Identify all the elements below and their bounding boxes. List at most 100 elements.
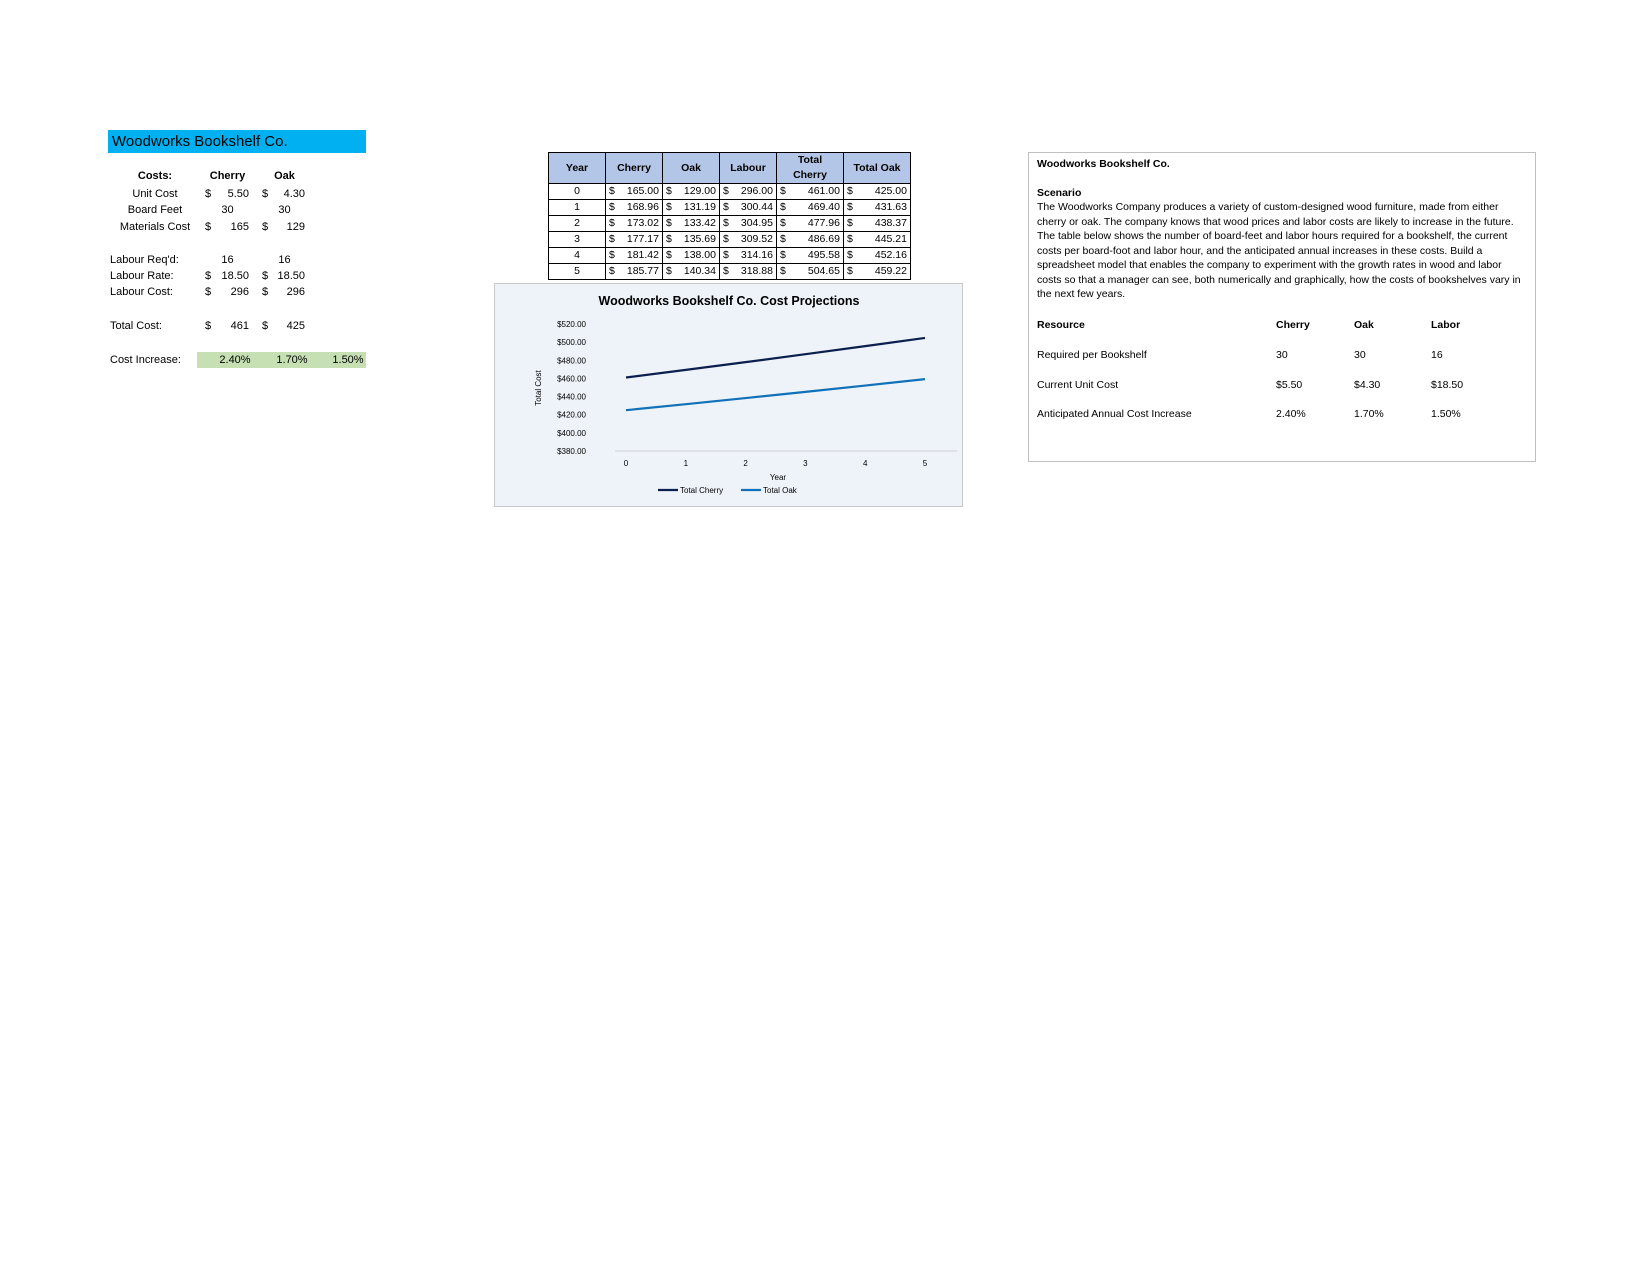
resource-header[interactable]: Labor: [1431, 318, 1460, 333]
money-cell[interactable]: $318.88: [719, 263, 777, 280]
cost-increase-label[interactable]: Cost Increase:: [110, 352, 195, 368]
money-cell[interactable]: $469.40: [776, 199, 844, 216]
model-cherry-currency[interactable]: $: [205, 186, 215, 202]
cherry-header[interactable]: Cherry: [200, 168, 255, 184]
header-oak[interactable]: Oak: [662, 152, 720, 184]
model-cherry-value[interactable]: 16: [200, 252, 255, 268]
oak-header[interactable]: Oak: [257, 168, 312, 184]
model-row-label[interactable]: Board Feet: [110, 202, 200, 218]
year-cell[interactable]: 2: [548, 215, 606, 232]
money-cell[interactable]: $431.63: [843, 199, 911, 216]
model-oak-value[interactable]: 18.50: [270, 268, 305, 284]
money-cell[interactable]: $140.34: [662, 263, 720, 280]
model-oak-value[interactable]: 4.30: [270, 186, 305, 202]
model-cherry-value[interactable]: 18.50: [215, 268, 249, 284]
money-cell[interactable]: $445.21: [843, 231, 911, 248]
model-oak-value[interactable]: 30: [257, 202, 312, 218]
money-cell[interactable]: $304.95: [719, 215, 777, 232]
model-title[interactable]: Woodworks Bookshelf Co.: [108, 130, 366, 153]
year-cell[interactable]: 0: [548, 183, 606, 200]
money-cell[interactable]: $168.96: [605, 199, 663, 216]
money-cell[interactable]: $300.44: [719, 199, 777, 216]
money-cell[interactable]: $309.52: [719, 231, 777, 248]
scenario-heading[interactable]: Scenario: [1037, 186, 1081, 201]
cost-increase-labour[interactable]: 1.50%: [318, 352, 378, 368]
money-cell[interactable]: $486.69: [776, 231, 844, 248]
cost-increase-cherry[interactable]: 2.40%: [205, 352, 265, 368]
model-oak-value[interactable]: 296: [270, 284, 305, 300]
cost-projection-chart[interactable]: Woodworks Bookshelf Co. Cost Projections…: [494, 283, 963, 507]
money-cell[interactable]: $177.17: [605, 231, 663, 248]
resource-label[interactable]: Anticipated Annual Cost Increase: [1037, 407, 1192, 422]
resource-label[interactable]: Current Unit Cost: [1037, 378, 1118, 393]
header-total-oak[interactable]: Total Oak: [843, 152, 911, 184]
year-cell[interactable]: 3: [548, 231, 606, 248]
model-row-label[interactable]: Total Cost:: [110, 318, 200, 334]
money-cell[interactable]: $477.96: [776, 215, 844, 232]
year-cell[interactable]: 4: [548, 247, 606, 264]
currency-symbol: $: [723, 185, 729, 197]
model-oak-value[interactable]: 16: [257, 252, 312, 268]
header-year[interactable]: Year: [548, 152, 606, 184]
money-cell[interactable]: $185.77: [605, 263, 663, 280]
series-line-total-oak[interactable]: [625, 378, 926, 412]
model-cherry-currency[interactable]: $: [205, 268, 215, 284]
model-cherry-currency[interactable]: $: [205, 318, 215, 334]
year-cell[interactable]: 1: [548, 199, 606, 216]
header-total-cherry[interactable]: Total Cherry: [776, 152, 844, 184]
model-row-label[interactable]: Labour Req'd:: [110, 252, 200, 268]
series-line-total-cherry[interactable]: [625, 336, 926, 379]
model-row-label[interactable]: Labour Rate:: [110, 268, 200, 284]
resource-value[interactable]: 1.70%: [1354, 407, 1384, 422]
scenario-company[interactable]: Woodworks Bookshelf Co.: [1037, 157, 1170, 172]
resource-value[interactable]: $4.30: [1354, 378, 1380, 393]
money-cell[interactable]: $438.37: [843, 215, 911, 232]
resource-label[interactable]: Required per Bookshelf: [1037, 348, 1147, 363]
money-cell[interactable]: $425.00: [843, 183, 911, 200]
resource-header[interactable]: Oak: [1354, 318, 1374, 333]
money-cell[interactable]: $461.00: [776, 183, 844, 200]
money-cell[interactable]: $173.02: [605, 215, 663, 232]
money-cell[interactable]: $133.42: [662, 215, 720, 232]
money-cell[interactable]: $314.16: [719, 247, 777, 264]
model-cherry-currency[interactable]: $: [205, 219, 215, 235]
year-cell[interactable]: 5: [548, 263, 606, 280]
resource-header[interactable]: Resource: [1037, 318, 1085, 333]
cost-increase-oak[interactable]: 1.70%: [262, 352, 322, 368]
resource-header[interactable]: Cherry: [1276, 318, 1310, 333]
resource-value[interactable]: 30: [1276, 348, 1288, 363]
cell-value: 469.40: [807, 201, 840, 213]
money-cell[interactable]: $135.69: [662, 231, 720, 248]
money-cell[interactable]: $452.16: [843, 247, 911, 264]
model-cherry-value[interactable]: 165: [215, 219, 249, 235]
resource-value[interactable]: 16: [1431, 348, 1443, 363]
scenario-text[interactable]: The Woodworks Company produces a variety…: [1037, 200, 1529, 302]
header-cherry[interactable]: Cherry: [605, 152, 663, 184]
model-oak-value[interactable]: 425: [270, 318, 305, 334]
money-cell[interactable]: $129.00: [662, 183, 720, 200]
resource-value[interactable]: 30: [1354, 348, 1366, 363]
costs-label[interactable]: Costs:: [110, 168, 200, 184]
resource-value[interactable]: 1.50%: [1431, 407, 1461, 422]
model-cherry-value[interactable]: 296: [215, 284, 249, 300]
resource-value[interactable]: $5.50: [1276, 378, 1302, 393]
resource-value[interactable]: $18.50: [1431, 378, 1463, 393]
money-cell[interactable]: $131.19: [662, 199, 720, 216]
model-cherry-value[interactable]: 461: [215, 318, 249, 334]
resource-value[interactable]: 2.40%: [1276, 407, 1306, 422]
model-cherry-value[interactable]: 30: [200, 202, 255, 218]
model-row-label[interactable]: Unit Cost: [110, 186, 200, 202]
model-row-label[interactable]: Labour Cost:: [110, 284, 200, 300]
money-cell[interactable]: $138.00: [662, 247, 720, 264]
model-cherry-currency[interactable]: $: [205, 284, 215, 300]
model-cherry-value[interactable]: 5.50: [215, 186, 249, 202]
money-cell[interactable]: $181.42: [605, 247, 663, 264]
money-cell[interactable]: $459.22: [843, 263, 911, 280]
money-cell[interactable]: $165.00: [605, 183, 663, 200]
model-oak-value[interactable]: 129: [270, 219, 305, 235]
model-row-label[interactable]: Materials Cost: [110, 219, 200, 235]
header-labour[interactable]: Labour: [719, 152, 777, 184]
money-cell[interactable]: $495.58: [776, 247, 844, 264]
money-cell[interactable]: $504.65: [776, 263, 844, 280]
money-cell[interactable]: $296.00: [719, 183, 777, 200]
